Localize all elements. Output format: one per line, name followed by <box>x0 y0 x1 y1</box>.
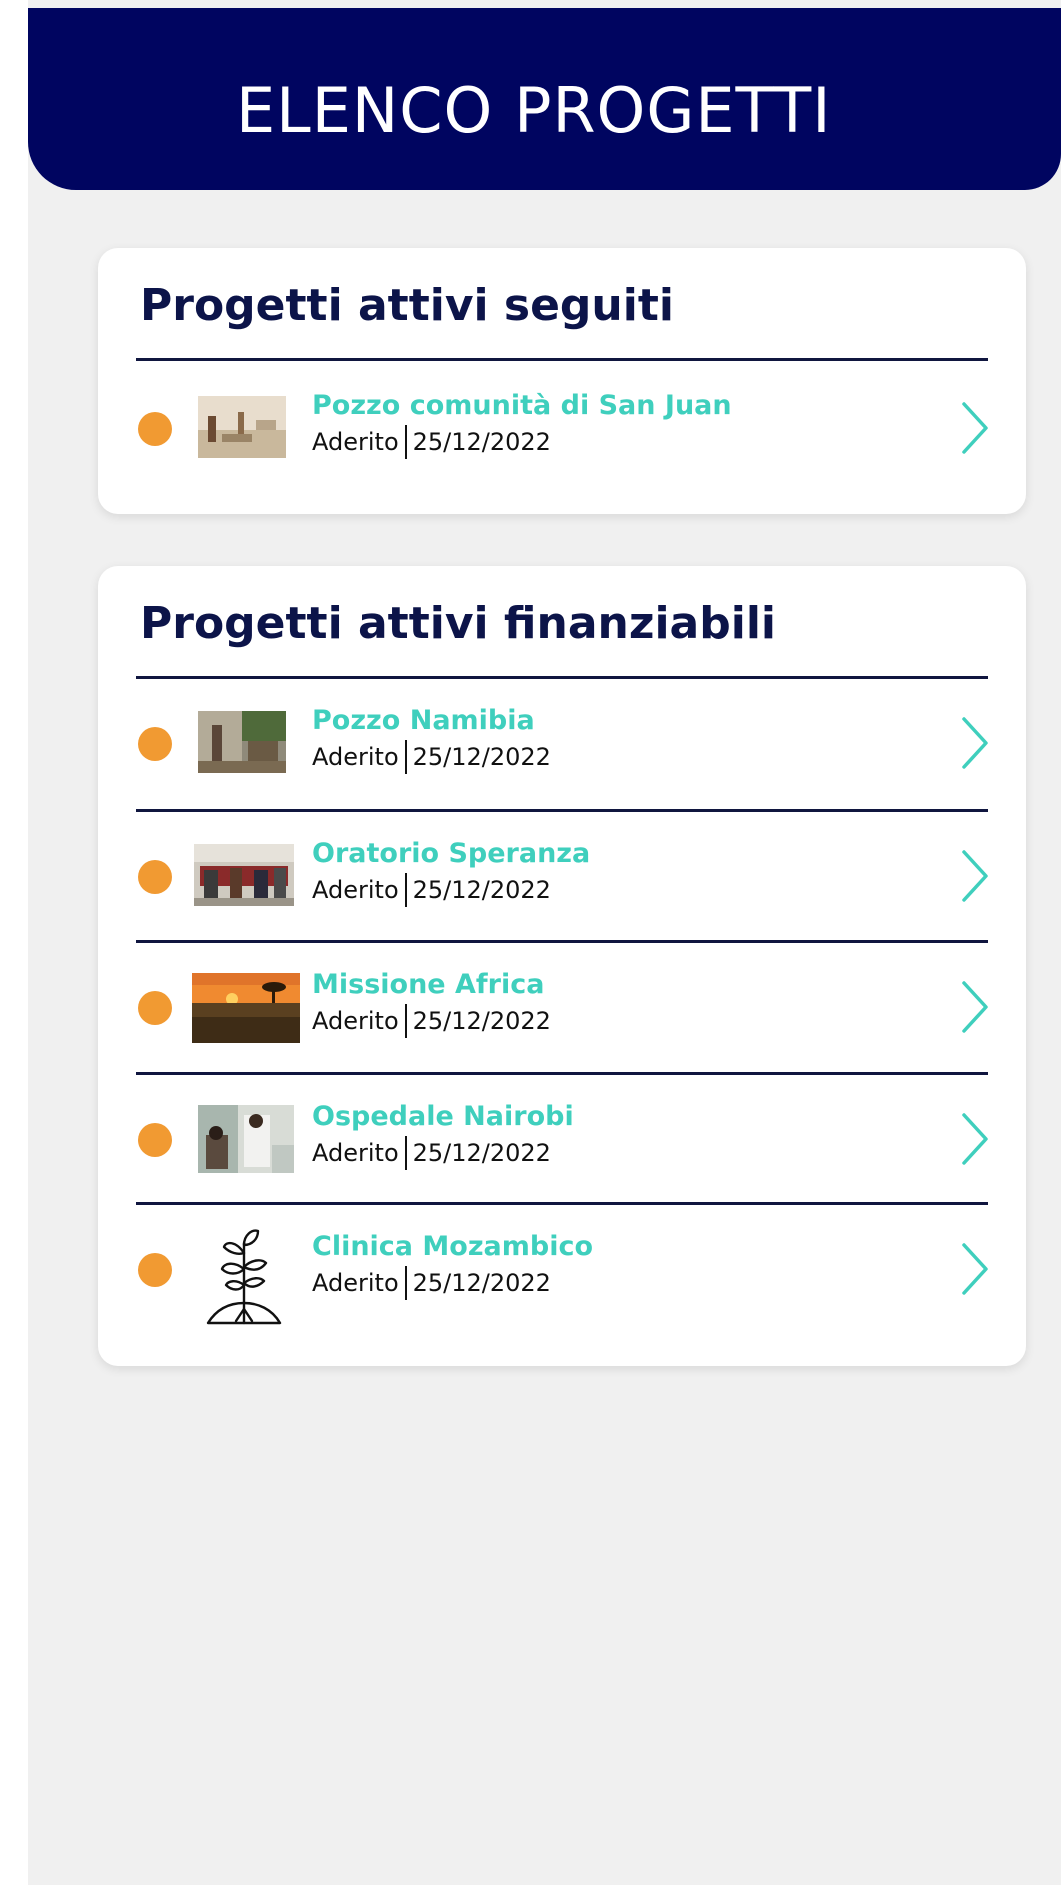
project-status: Aderito <box>312 1007 399 1035</box>
project-status: Aderito <box>312 428 399 456</box>
fundable-projects-card: Progetti attivi finanziabili Pozzo Namib… <box>98 566 1026 1366</box>
meta-separator <box>404 740 407 774</box>
status-dot <box>138 991 172 1025</box>
photo-group-icon <box>194 844 294 906</box>
app-header: ELENCO PROGETTI <box>28 8 1061 190</box>
project-row-san-juan[interactable]: Pozzo comunità di San Juan Aderito 25/12… <box>98 364 1026 490</box>
project-date: 25/12/2022 <box>412 1139 551 1167</box>
project-date: 25/12/2022 <box>412 1007 551 1035</box>
project-meta: Aderito 25/12/2022 <box>312 424 551 460</box>
chevron-right-icon[interactable] <box>960 400 990 456</box>
status-dot <box>138 727 172 761</box>
project-row-oratorio-speranza[interactable]: Oratorio Speranza Aderito 25/12/2022 <box>98 812 1026 938</box>
divider <box>136 358 988 361</box>
project-row-ospedale-nairobi[interactable]: Ospedale Nairobi Aderito 25/12/2022 <box>98 1075 1026 1201</box>
followed-section-title: Progetti attivi seguiti <box>140 280 674 331</box>
project-row-missione-africa[interactable]: Missione Africa Aderito 25/12/2022 <box>98 943 1026 1069</box>
status-dot <box>138 860 172 894</box>
meta-separator <box>404 425 407 459</box>
followed-projects-card: Progetti attivi seguiti Pozzo comunità d… <box>98 248 1026 514</box>
project-date: 25/12/2022 <box>412 428 551 456</box>
meta-separator <box>404 873 407 907</box>
project-name: Ospedale Nairobi <box>312 1101 574 1132</box>
project-date: 25/12/2022 <box>412 743 551 771</box>
plant-icon <box>206 1229 282 1325</box>
project-meta: Aderito 25/12/2022 <box>312 739 551 775</box>
project-status: Aderito <box>312 743 399 771</box>
chevron-right-icon[interactable] <box>960 715 990 771</box>
project-name: Missione Africa <box>312 969 545 1000</box>
meta-separator <box>404 1004 407 1038</box>
page-title: ELENCO PROGETTI <box>236 74 832 147</box>
photo-sunset-icon <box>192 973 300 1043</box>
project-name: Oratorio Speranza <box>312 838 591 869</box>
project-meta: Aderito 25/12/2022 <box>312 1135 551 1171</box>
photo-hospital-icon <box>198 1105 294 1173</box>
chevron-right-icon[interactable] <box>960 979 990 1035</box>
project-name: Clinica Mozambico <box>312 1231 594 1262</box>
photo-well-icon <box>198 396 286 458</box>
project-meta: Aderito 25/12/2022 <box>312 1265 551 1301</box>
chevron-right-icon[interactable] <box>960 848 990 904</box>
project-meta: Aderito 25/12/2022 <box>312 1003 551 1039</box>
project-name: Pozzo comunità di San Juan <box>312 390 732 421</box>
project-row-clinica-mozambico[interactable]: Clinica Mozambico Aderito 25/12/2022 <box>98 1205 1026 1331</box>
status-dot <box>138 412 172 446</box>
project-row-pozzo-namibia[interactable]: Pozzo Namibia Aderito 25/12/2022 <box>98 679 1026 805</box>
fundable-section-title: Progetti attivi finanziabili <box>140 598 776 649</box>
project-status: Aderito <box>312 1139 399 1167</box>
project-date: 25/12/2022 <box>412 876 551 904</box>
photo-village-icon <box>198 711 286 773</box>
project-status: Aderito <box>312 1269 399 1297</box>
project-date: 25/12/2022 <box>412 1269 551 1297</box>
meta-separator <box>404 1266 407 1300</box>
meta-separator <box>404 1136 407 1170</box>
chevron-right-icon[interactable] <box>960 1241 990 1297</box>
status-dot <box>138 1253 172 1287</box>
chevron-right-icon[interactable] <box>960 1111 990 1167</box>
status-dot <box>138 1123 172 1157</box>
project-meta: Aderito 25/12/2022 <box>312 872 551 908</box>
project-status: Aderito <box>312 876 399 904</box>
project-name: Pozzo Namibia <box>312 705 535 736</box>
